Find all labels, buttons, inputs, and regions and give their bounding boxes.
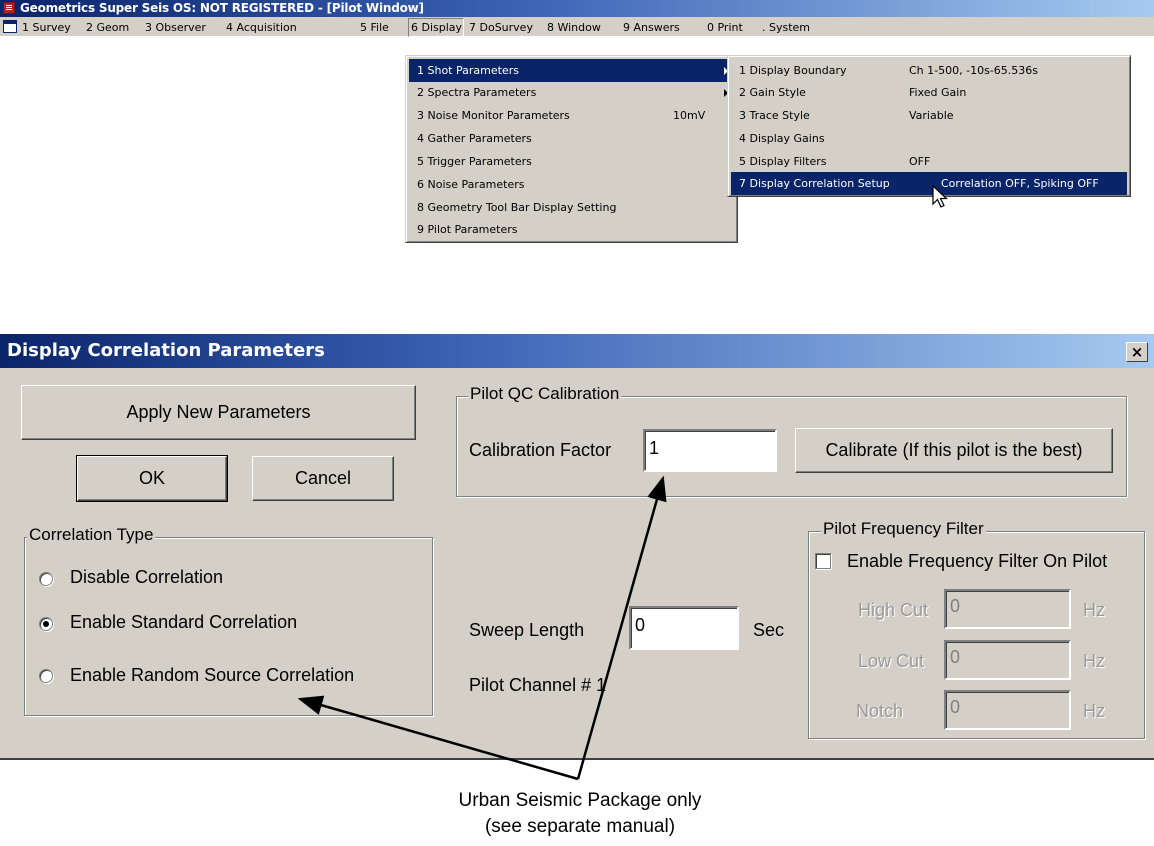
annotation-arrows — [297, 475, 667, 781]
arrow-to-random-source-correlation — [297, 695, 579, 781]
arrow-to-calibration-factor — [576, 475, 667, 780]
annotation-line-2: (see separate manual) — [484, 816, 676, 837]
annotation-line-1: Urban Seismic Package only — [458, 790, 702, 811]
